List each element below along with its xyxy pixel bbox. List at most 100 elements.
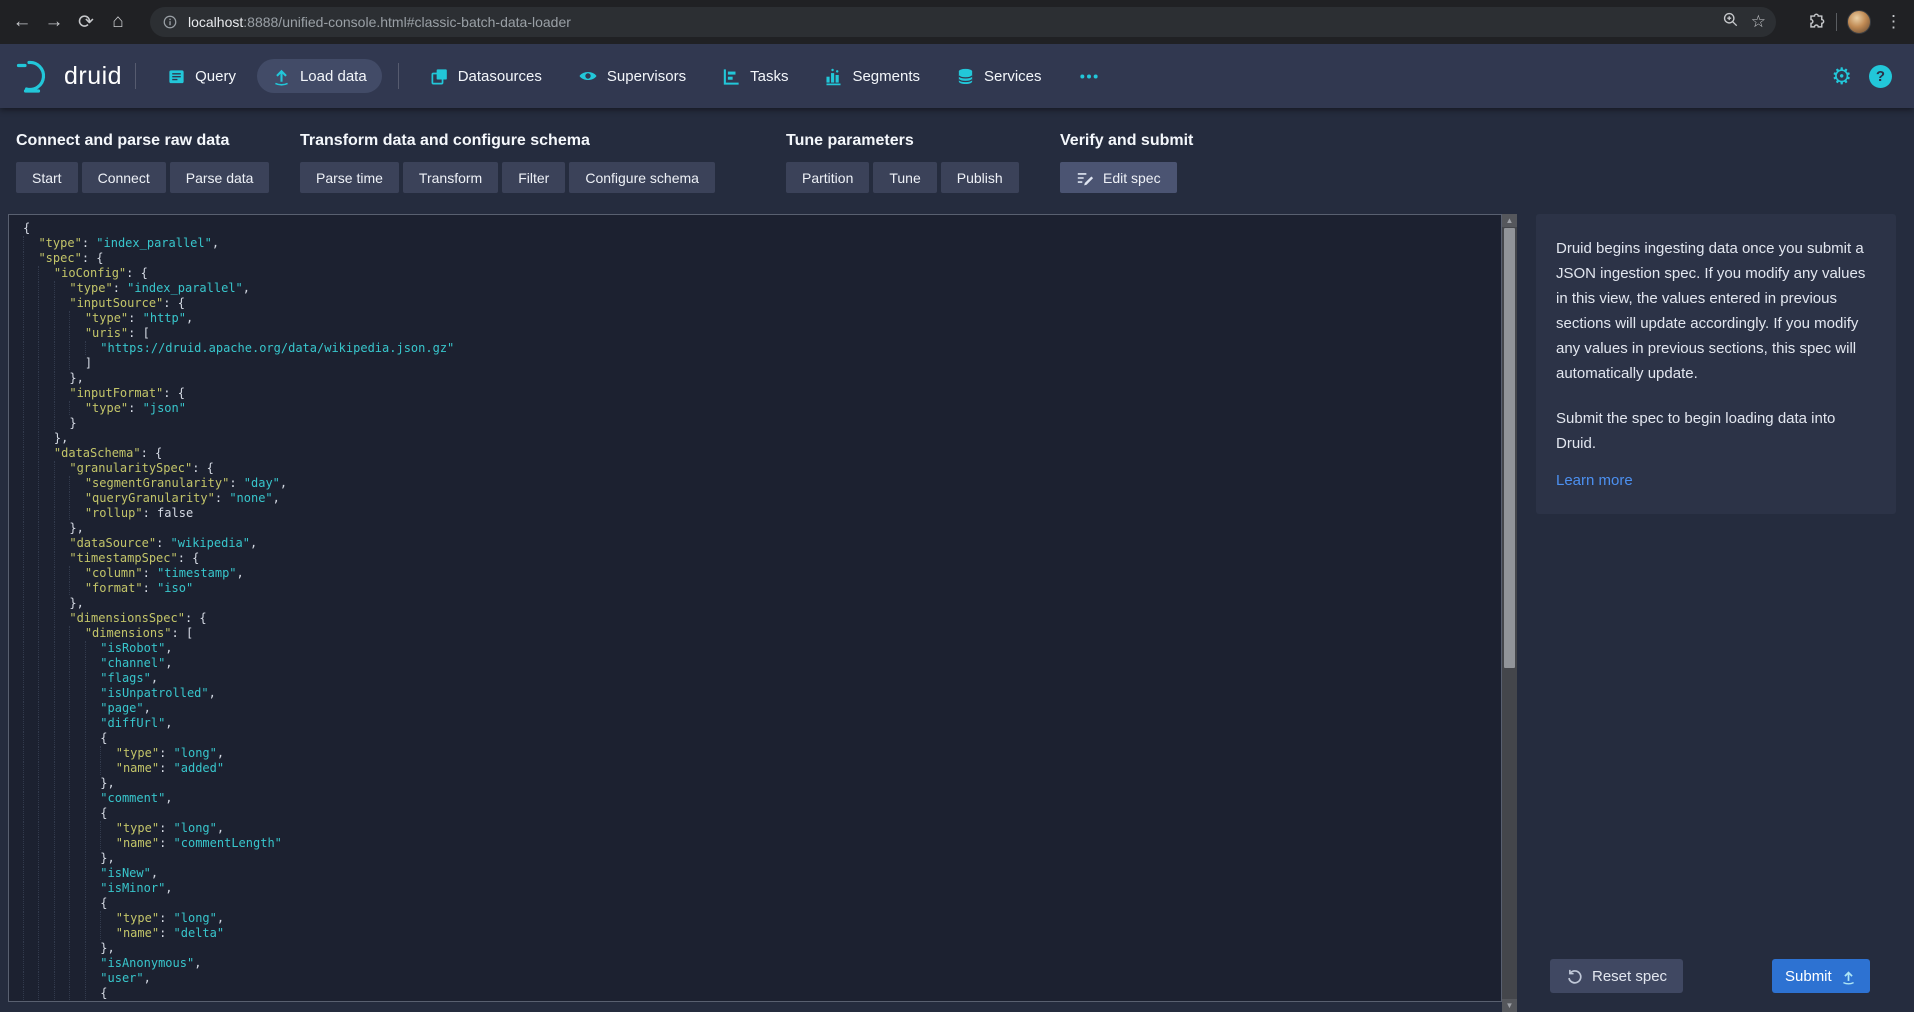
- step-group-verify-and-submit: Verify and submit Edit spec: [1060, 132, 1193, 193]
- browser-chrome: ← → ⟳ ⌂ localhost:8888/unified-console.h…: [0, 0, 1914, 44]
- load-data-icon: [272, 67, 291, 86]
- step-button-label: Edit spec: [1103, 170, 1161, 186]
- toolbar-divider: [1836, 13, 1837, 31]
- nav-item-services[interactable]: Services: [941, 59, 1057, 93]
- step-group-title: Tune parameters: [786, 132, 1019, 150]
- browser-menu-icon[interactable]: ⋮: [1881, 12, 1906, 32]
- code-line: "granularitySpec": {: [23, 461, 1501, 476]
- reload-icon[interactable]: ⟳: [70, 6, 102, 38]
- url-text[interactable]: localhost:8888/unified-console.html#clas…: [188, 14, 571, 30]
- back-icon[interactable]: ←: [6, 6, 38, 38]
- code-line: "queryGranularity": "none",: [23, 491, 1501, 506]
- address-bar[interactable]: localhost:8888/unified-console.html#clas…: [150, 7, 1776, 37]
- step-button-label: Parse time: [316, 170, 383, 186]
- settings-gear-icon[interactable]: ⚙: [1831, 65, 1852, 88]
- step-button-connect[interactable]: Connect: [82, 162, 166, 193]
- nav-item-label: Segments: [852, 68, 920, 85]
- code-line: "user",: [23, 971, 1501, 986]
- code-line: "flags",: [23, 671, 1501, 686]
- step-button-transform[interactable]: Transform: [403, 162, 498, 193]
- step-group-tune-parameters: Tune parameters Partition Tune Publish: [786, 132, 1019, 193]
- nav-item-label: Services: [984, 68, 1042, 85]
- step-button-publish[interactable]: Publish: [941, 162, 1019, 193]
- step-button-tune[interactable]: Tune: [873, 162, 936, 193]
- code-line: "dimensionsSpec": {: [23, 611, 1501, 626]
- step-button-label: Connect: [98, 170, 150, 186]
- code-line: },: [23, 521, 1501, 536]
- nav-item-segments[interactable]: Segments: [809, 59, 935, 93]
- code-line: "uris": [: [23, 326, 1501, 341]
- info-paragraph-2: Submit the spec to begin loading data in…: [1556, 406, 1876, 456]
- nav-item-label: Tasks: [750, 68, 788, 85]
- step-group-connect-and-parse-raw-data: Connect and parse raw dataStartConnectPa…: [16, 132, 269, 193]
- nav-item-label: Datasources: [458, 68, 542, 85]
- scrollbar-thumb[interactable]: [1504, 228, 1515, 668]
- step-group-title: Transform data and configure schema: [300, 132, 715, 150]
- code-line: "type": "long",: [23, 911, 1501, 926]
- bookmark-star-icon[interactable]: ☆: [1751, 12, 1766, 32]
- profile-avatar[interactable]: [1847, 10, 1871, 34]
- code-line: "type": "index_parallel",: [23, 281, 1501, 296]
- code-line: "diffUrl",: [23, 716, 1501, 731]
- nav-item-tasks[interactable]: Tasks: [707, 59, 803, 93]
- step-button-parse-data[interactable]: Parse data: [170, 162, 270, 193]
- step-button-label: Tune: [889, 170, 920, 186]
- druid-logo-icon: [16, 58, 56, 94]
- code-line: "type": "http",: [23, 311, 1501, 326]
- code-line: "dataSource": "wikipedia",: [23, 536, 1501, 551]
- code-line: "type": "long",: [23, 821, 1501, 836]
- code-line: "ioConfig": {: [23, 266, 1501, 281]
- code-line: {: [23, 896, 1501, 911]
- scrollbar-up-arrow[interactable]: ▲: [1502, 214, 1517, 227]
- forward-icon[interactable]: →: [38, 6, 70, 38]
- nav-item-query[interactable]: Query: [152, 59, 251, 93]
- code-line: },: [23, 371, 1501, 386]
- code-line: },: [23, 851, 1501, 866]
- step-button-partition[interactable]: Partition: [786, 162, 869, 193]
- nav-item-more[interactable]: [1063, 59, 1115, 93]
- code-line: "inputFormat": {: [23, 386, 1501, 401]
- help-icon[interactable]: ?: [1869, 65, 1892, 88]
- edit-spec-icon: [1076, 169, 1094, 187]
- step-button-edit-spec[interactable]: Edit spec: [1060, 162, 1177, 193]
- step-button-label: Start: [32, 170, 62, 186]
- code-line: ]: [23, 356, 1501, 371]
- code-line: {: [23, 731, 1501, 746]
- step-group-title: Verify and submit: [1060, 132, 1193, 150]
- more-icon: [1078, 67, 1100, 86]
- submit-button[interactable]: Submit: [1772, 959, 1870, 993]
- reset-spec-label: Reset spec: [1592, 968, 1667, 985]
- code-line: "type": "json": [23, 401, 1501, 416]
- nav-item-load-data[interactable]: Load data: [257, 59, 382, 93]
- zoom-icon[interactable]: [1722, 11, 1739, 33]
- code-line: "isMinor",: [23, 881, 1501, 896]
- extensions-icon[interactable]: [1808, 13, 1826, 31]
- scrollbar-down-arrow[interactable]: ▼: [1502, 999, 1517, 1012]
- vertical-scrollbar[interactable]: ▲ ▼: [1502, 214, 1517, 1012]
- info-panel: Druid begins ingesting data once you sub…: [1536, 214, 1896, 514]
- step-button-label: Parse data: [186, 170, 254, 186]
- home-icon[interactable]: ⌂: [102, 6, 134, 38]
- query-icon: [167, 67, 186, 86]
- code-line: "column": "timestamp",: [23, 566, 1501, 581]
- learn-more-link[interactable]: Learn more: [1556, 472, 1633, 489]
- druid-logo[interactable]: druid: [16, 58, 122, 94]
- nav-item-datasources[interactable]: Datasources: [415, 59, 557, 93]
- nav-divider: [135, 63, 136, 89]
- brand-name: druid: [64, 62, 122, 91]
- datasources-icon: [430, 67, 449, 86]
- step-button-configure-schema[interactable]: Configure schema: [569, 162, 715, 193]
- step-button-filter[interactable]: Filter: [502, 162, 565, 193]
- site-info-icon[interactable]: [162, 14, 178, 30]
- code-line: },: [23, 776, 1501, 791]
- step-button-start[interactable]: Start: [16, 162, 78, 193]
- code-line: "segmentGranularity": "day",: [23, 476, 1501, 491]
- step-button-parse-time[interactable]: Parse time: [300, 162, 399, 193]
- reset-spec-button[interactable]: Reset spec: [1550, 959, 1683, 993]
- code-line: "page",: [23, 701, 1501, 716]
- spec-json-editor[interactable]: { "type": "index_parallel", "spec": { "i…: [8, 214, 1502, 1002]
- code-line: "comment",: [23, 791, 1501, 806]
- submit-upload-icon: [1840, 968, 1857, 985]
- code-line: "isUnpatrolled",: [23, 686, 1501, 701]
- nav-item-supervisors[interactable]: Supervisors: [563, 59, 701, 93]
